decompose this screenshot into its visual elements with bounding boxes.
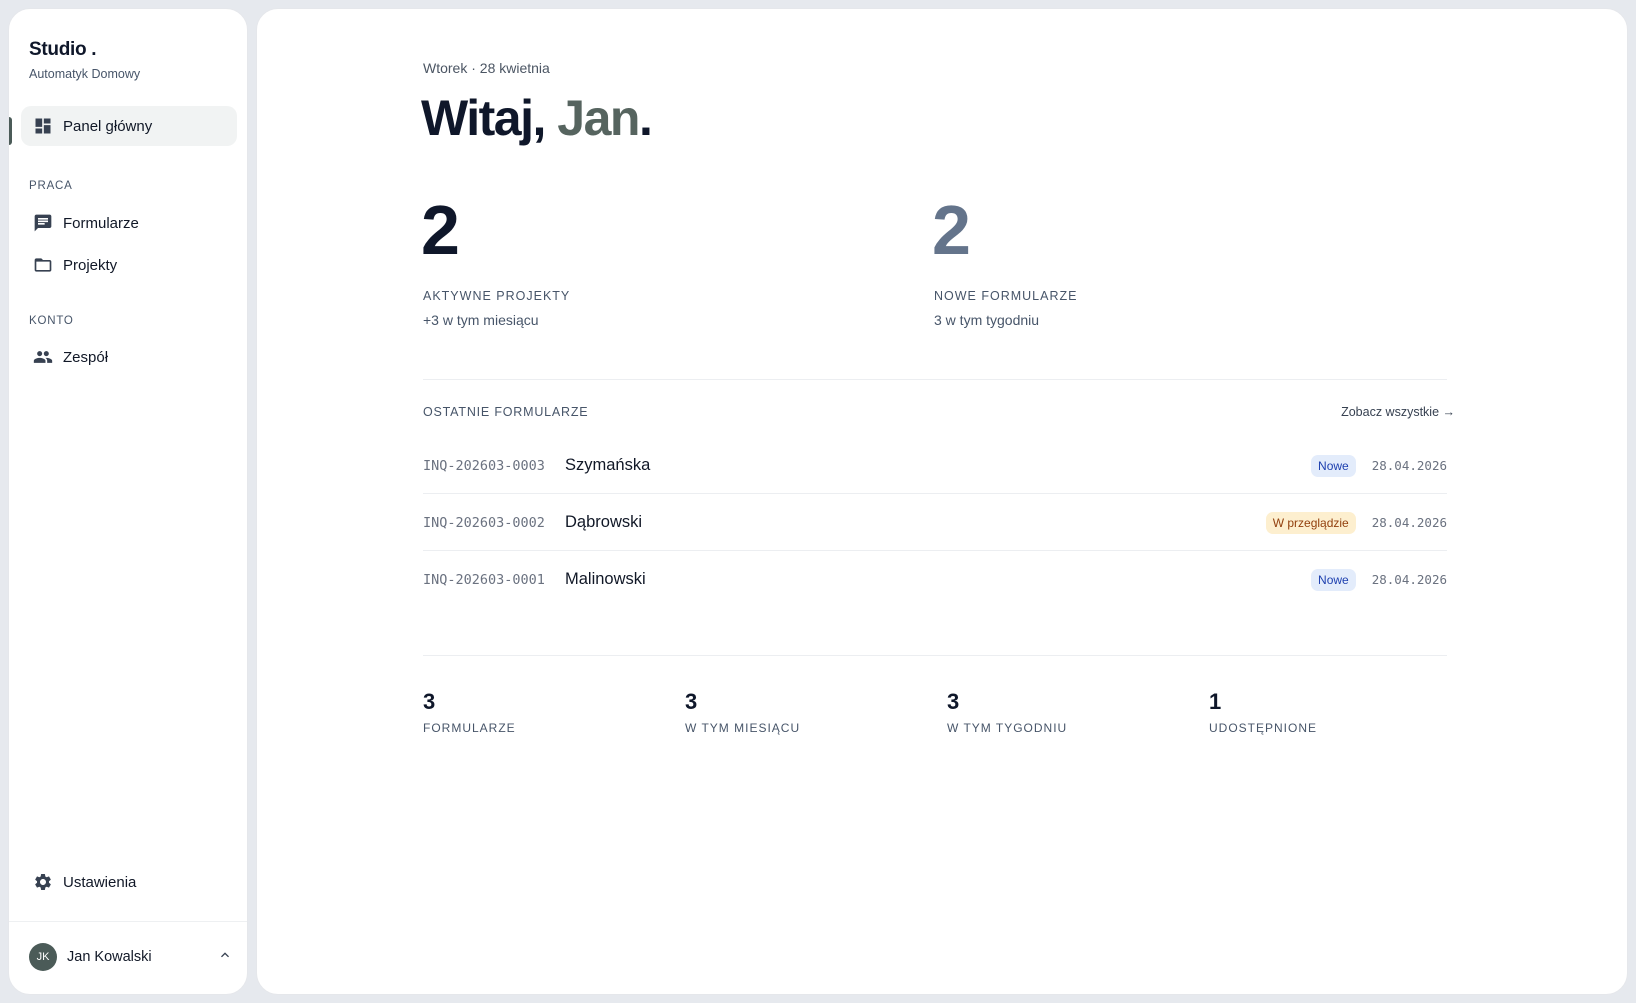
sidebar-item-label: Ustawienia — [63, 873, 137, 891]
table-row[interactable]: INQ-202603-0001 Malinowski Nowe 28.04.20… — [423, 551, 1447, 608]
status-badge: Nowe — [1311, 454, 1356, 477]
divider — [423, 655, 1447, 656]
table-row[interactable]: INQ-202603-0003 Szymańska Nowe 28.04.202… — [423, 437, 1447, 494]
sidebar-item-team[interactable]: Zespół — [21, 337, 237, 377]
summary-label: W TYM TYGODNIU — [947, 721, 1068, 735]
recent-forms-title: OSTATNIE FORMULARZE — [423, 405, 589, 419]
message-icon — [33, 213, 53, 233]
gear-icon — [33, 872, 53, 892]
dashboard-icon — [33, 116, 53, 136]
summary-this-month: 3 W TYM MIESIĄCU — [685, 689, 800, 735]
table-row[interactable]: INQ-202603-0002 Dąbrowski W przeglądzie … — [423, 494, 1447, 551]
summary-label: UDOSTĘPNIONE — [1209, 721, 1318, 735]
stat-active-projects-label: AKTYWNE PROJEKTY — [423, 289, 571, 303]
active-nav-indicator — [9, 117, 12, 145]
summary-shared: 1 UDOSTĘPNIONE — [1209, 689, 1317, 735]
status-badge: W przeglądzie — [1265, 511, 1356, 534]
form-id: INQ-202603-0002 — [423, 514, 545, 531]
greeting-suffix: . — [638, 90, 653, 146]
brand-name: Studio . — [29, 39, 97, 60]
form-id: INQ-202603-0003 — [423, 457, 545, 474]
greeting-prefix: Witaj, — [421, 90, 558, 146]
summary-this-week: 3 W TYM TYGODNIU — [947, 689, 1067, 735]
sidebar-item-label: Panel główny — [63, 117, 153, 135]
form-date: 28.04.2026 — [1371, 515, 1447, 530]
current-date: Wtorek · 28 kwietnia — [423, 60, 550, 76]
page-title: Witaj, Jan. — [421, 89, 653, 147]
user-name: Jan Kowalski — [67, 949, 152, 965]
sidebar-item-label: Formularze — [63, 214, 139, 232]
folder-icon — [33, 255, 53, 275]
brand: Studio . Automatyk Domowy — [29, 39, 140, 81]
user-menu[interactable]: JK Jan Kowalski — [29, 941, 233, 973]
form-id: INQ-202603-0001 — [423, 571, 545, 588]
chevron-up-icon — [217, 947, 233, 968]
greeting-name: Jan — [557, 90, 640, 146]
sidebar-item-forms[interactable]: Formularze — [21, 203, 237, 243]
stat-new-forms-sub: 3 w tym tygodniu — [934, 312, 1040, 328]
people-icon — [33, 347, 53, 367]
form-name: Malinowski — [565, 570, 646, 588]
form-name: Szymańska — [565, 456, 651, 474]
sidebar-item-settings[interactable]: Ustawienia — [21, 862, 237, 902]
sidebar: Studio . Automatyk Domowy Panel główny P… — [8, 8, 248, 995]
summary-value: 3 — [423, 689, 436, 714]
summary-value: 1 — [1209, 689, 1222, 714]
stat-new-forms-value: 2 — [932, 191, 971, 269]
summary-label: W TYM MIESIĄCU — [685, 721, 801, 735]
sidebar-item-dashboard[interactable]: Panel główny — [21, 106, 237, 146]
divider — [423, 379, 1447, 380]
status-badge: Nowe — [1311, 568, 1356, 591]
sidebar-divider — [9, 921, 247, 922]
see-all-link[interactable]: Zobacz wszystkie → — [1341, 405, 1455, 419]
summary-value: 3 — [947, 689, 960, 714]
avatar: JK — [29, 943, 57, 971]
sidebar-item-projects[interactable]: Projekty — [21, 245, 237, 285]
section-label-work: PRACA — [29, 180, 73, 192]
stat-new-forms-label: NOWE FORMULARZE — [934, 289, 1078, 303]
stat-active-projects-value: 2 — [421, 191, 460, 269]
sidebar-item-label: Zespół — [63, 348, 109, 366]
form-name: Dąbrowski — [565, 513, 643, 531]
summary-forms: 3 FORMULARZE — [423, 689, 516, 735]
main-panel: Wtorek · 28 kwietnia Witaj, Jan. 2 AKTYW… — [256, 8, 1628, 995]
summary-value: 3 — [685, 689, 698, 714]
section-label-account: KONTO — [29, 315, 74, 327]
form-date: 28.04.2026 — [1371, 458, 1447, 473]
brand-subtitle: Automatyk Domowy — [29, 67, 141, 81]
sidebar-item-label: Projekty — [63, 256, 118, 274]
stat-active-projects-sub: +3 w tym miesiącu — [423, 312, 539, 328]
summary-label: FORMULARZE — [423, 721, 516, 735]
form-date: 28.04.2026 — [1371, 572, 1447, 587]
